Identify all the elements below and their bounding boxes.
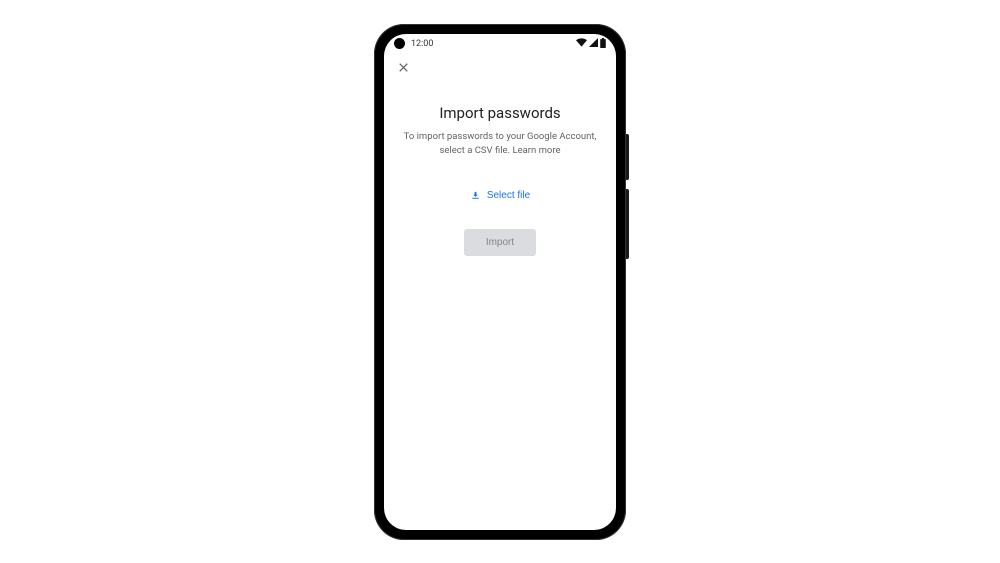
learn-more-link[interactable]: Learn more [512,145,560,156]
wifi-icon [576,38,587,47]
subtitle-text-line2: select a CSV file. [439,145,510,156]
phone-side-button [626,134,629,180]
battery-icon [600,38,606,48]
select-file-label: Select file [487,190,530,201]
phone-screen: 12:00 Import passwords To import passwor… [384,34,616,530]
status-time: 12:00 [411,39,433,49]
phone-side-button [626,189,629,259]
main-content: Import passwords To import passwords to … [384,82,616,257]
status-icons [576,38,606,48]
page-title: Import passwords [400,104,600,122]
subtitle-text-line1: To import passwords to your Google Accou… [404,131,597,142]
close-icon [397,61,410,74]
app-bar [384,54,616,82]
camera-hole [394,38,405,49]
page-subtitle: To import passwords to your Google Accou… [400,130,600,159]
select-file-button[interactable]: Select file [462,186,538,205]
status-bar: 12:00 [384,34,616,54]
import-button[interactable]: Import [464,229,536,256]
download-icon [470,190,481,201]
phone-frame: 12:00 Import passwords To import passwor… [374,24,626,540]
close-button[interactable] [392,57,414,79]
signal-icon [589,38,598,47]
